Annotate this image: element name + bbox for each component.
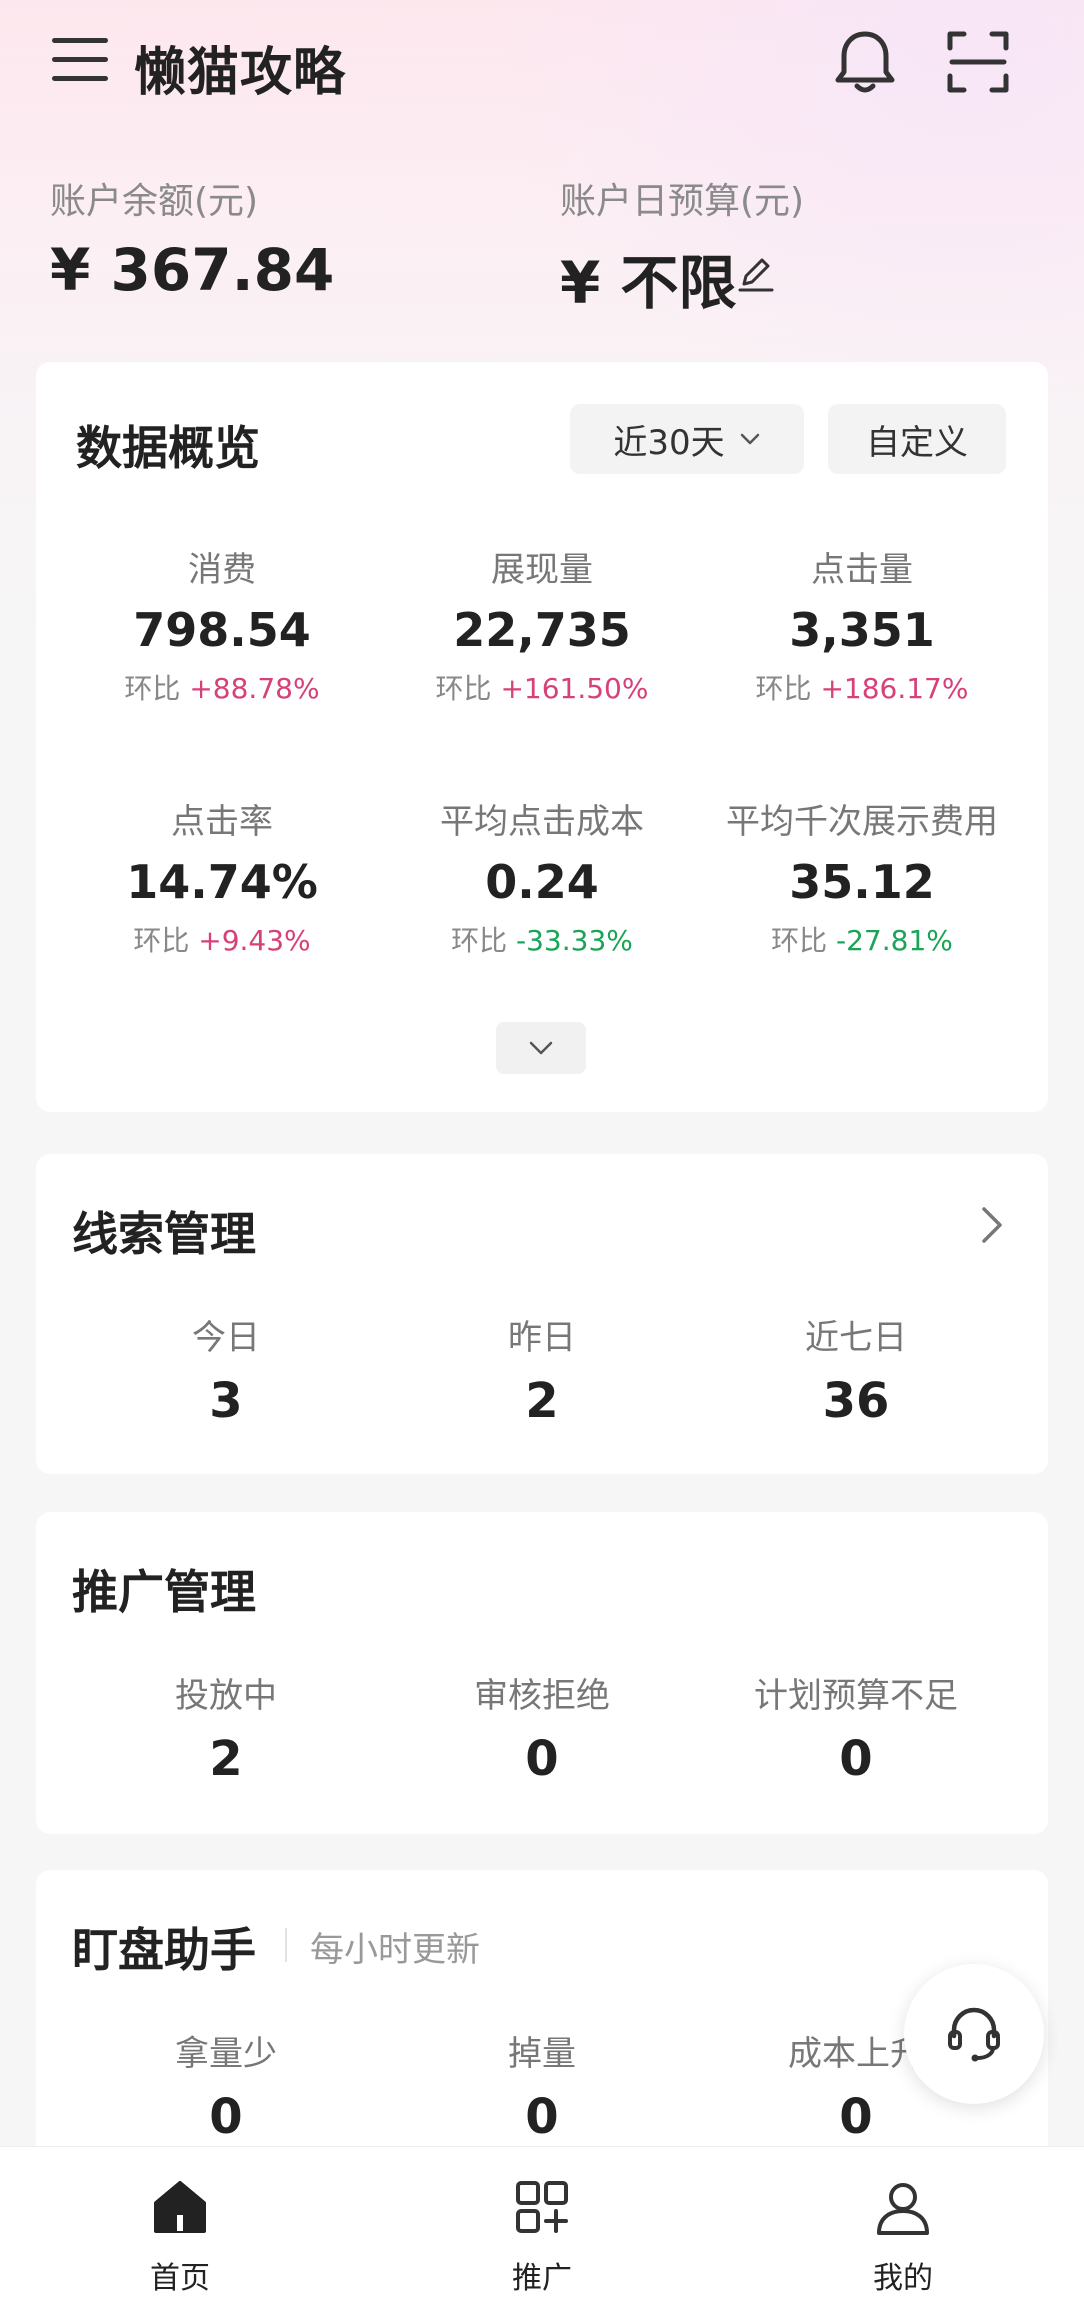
nav-label: 推广	[512, 2261, 572, 2296]
chevron-right-icon[interactable]	[976, 1204, 1006, 1246]
app-screen: 懒猫攻略 账户余额(元) ¥ 367.84 账户日预算(元) ¥ 不限 数据概览…	[0, 0, 1084, 2299]
stat-value: 0	[525, 2089, 559, 2145]
app-header: 懒猫攻略	[0, 0, 1084, 130]
nav-home[interactable]: 首页	[80, 2147, 280, 2299]
metric-label: 平均千次展示费用	[726, 802, 998, 842]
monitor-title: 盯盘助手	[72, 1923, 256, 1977]
metric-value: 3,351	[789, 603, 935, 657]
chevron-down-icon	[740, 433, 759, 445]
promotion-budget-low[interactable]: 计划预算不足 0	[696, 1668, 1016, 1787]
monitor-low-volume[interactable]: 拿量少 0	[66, 2026, 386, 2145]
headset-icon	[948, 2007, 1000, 2062]
metric-label: 消费	[188, 550, 256, 590]
stat-label: 计划预算不足	[754, 1676, 958, 1716]
monitor-update-note: 每小时更新	[310, 1930, 480, 1970]
stat-label: 审核拒绝	[474, 1676, 610, 1716]
stat-value: 36	[822, 1373, 890, 1429]
promotion-running[interactable]: 投放中 2	[66, 1668, 386, 1787]
metric-compare: 环比 +9.43%	[133, 924, 311, 957]
promotion-rejected[interactable]: 审核拒绝 0	[382, 1668, 702, 1787]
promotion-title: 推广管理	[72, 1565, 256, 1619]
leads-title: 线索管理	[72, 1207, 256, 1261]
metric-impressions[interactable]: 展现量 22,735 环比 +161.50%	[382, 542, 702, 707]
menu-icon[interactable]	[52, 38, 108, 86]
user-icon	[877, 2183, 929, 2235]
metric-value: 22,735	[453, 603, 631, 657]
metric-label: 平均点击成本	[440, 802, 644, 842]
stat-label: 近七日	[805, 1318, 907, 1358]
metric-value: 35.12	[789, 855, 935, 909]
metric-label: 点击率	[171, 802, 273, 842]
nav-promotion[interactable]: 推广	[442, 2147, 642, 2299]
stat-value: 2	[525, 1373, 559, 1429]
stat-label: 投放中	[175, 1676, 277, 1716]
leads-yesterday[interactable]: 昨日 2	[382, 1310, 702, 1429]
stat-label: 今日	[192, 1318, 260, 1358]
metric-compare: 环比 +88.78%	[124, 672, 320, 705]
leads-7-days[interactable]: 近七日 36	[696, 1310, 1016, 1429]
daily-budget-label: 账户日预算(元)	[560, 181, 805, 222]
metric-cpm[interactable]: 平均千次展示费用 35.12 环比 -27.81%	[702, 794, 1022, 959]
metric-compare: 环比 -33.33%	[451, 924, 633, 957]
stat-label: 掉量	[508, 2034, 576, 2074]
balance-value: ¥ 367.84	[50, 236, 335, 304]
edit-budget-icon[interactable]	[736, 254, 776, 294]
apps-icon	[516, 2181, 568, 2233]
metric-label: 点击量	[811, 550, 913, 590]
custom-range-label: 自定义	[866, 422, 968, 463]
chevron-down-icon	[529, 1041, 553, 1055]
metric-label: 展现量	[491, 550, 593, 590]
stat-value: 0	[839, 1731, 873, 1787]
stat-value: 2	[209, 1731, 243, 1787]
app-title: 懒猫攻略	[134, 43, 347, 103]
stat-value: 0	[525, 1731, 559, 1787]
bell-icon[interactable]	[830, 28, 900, 96]
metric-avg-cpc[interactable]: 平均点击成本 0.24 环比 -33.33%	[382, 794, 702, 959]
date-range-select[interactable]: 近30天	[570, 404, 804, 474]
expand-metrics-button[interactable]	[496, 1022, 586, 1074]
scan-icon[interactable]	[946, 30, 1010, 94]
nav-label: 首页	[150, 2261, 210, 2296]
date-range-label: 近30天	[613, 422, 725, 463]
metric-compare: 环比 +161.50%	[435, 672, 649, 705]
stat-label: 拿量少	[175, 2034, 277, 2074]
title-divider	[285, 1928, 287, 1962]
home-icon	[154, 2181, 206, 2233]
metric-ctr[interactable]: 点击率 14.74% 环比 +9.43%	[62, 794, 382, 959]
monitor-volume-drop[interactable]: 掉量 0	[382, 2026, 702, 2145]
customer-service-button[interactable]	[904, 1964, 1044, 2104]
stat-value: 0	[209, 2089, 243, 2145]
leads-today[interactable]: 今日 3	[66, 1310, 386, 1429]
metric-spend[interactable]: 消费 798.54 环比 +88.78%	[62, 542, 382, 707]
custom-range-button[interactable]: 自定义	[828, 404, 1006, 474]
metric-value: 14.74%	[126, 855, 318, 909]
overview-title: 数据概览	[76, 421, 260, 475]
nav-label: 我的	[873, 2261, 933, 2296]
nav-profile[interactable]: 我的	[803, 2147, 1003, 2299]
metric-value: 0.24	[485, 855, 599, 909]
metric-value: 798.54	[133, 603, 311, 657]
stat-value: 3	[209, 1373, 243, 1429]
metric-compare: 环比 +186.17%	[755, 672, 969, 705]
bottom-nav: 首页 推广 我的	[0, 2146, 1084, 2299]
balance-label: 账户余额(元)	[50, 181, 259, 222]
metric-compare: 环比 -27.81%	[771, 924, 953, 957]
daily-budget-value: ¥ 不限	[560, 249, 737, 317]
metric-clicks[interactable]: 点击量 3,351 环比 +186.17%	[702, 542, 1022, 707]
stat-label: 昨日	[508, 1318, 576, 1358]
